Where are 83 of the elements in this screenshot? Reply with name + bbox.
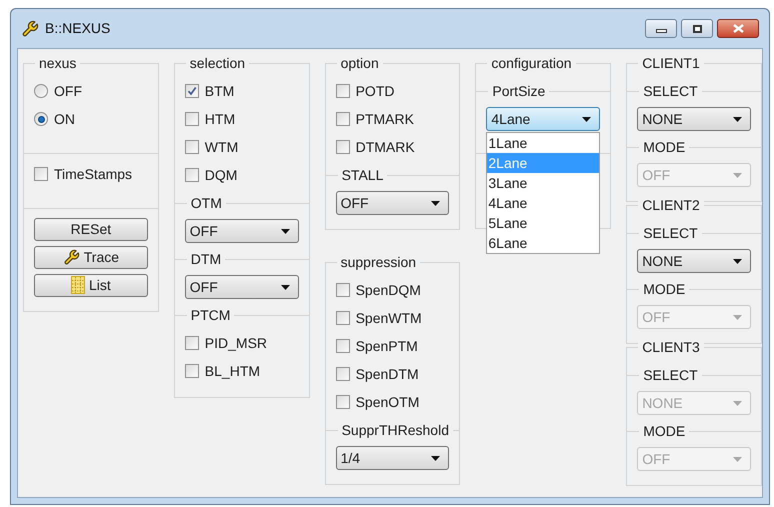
section-heading: MODE	[642, 138, 686, 156]
caret-icon	[732, 258, 742, 264]
checkbox[interactable]	[336, 84, 350, 98]
caret-icon	[431, 456, 440, 460]
checkbox[interactable]	[336, 283, 350, 297]
checkbox-label: POTD	[356, 82, 394, 100]
checkbox[interactable]	[336, 140, 350, 154]
checkbox-label: DQM	[204, 166, 238, 185]
dropdown-option[interactable]: 3Lane	[487, 173, 600, 193]
checkbox-label: HTM	[204, 110, 236, 128]
push-button[interactable]: Trace	[34, 246, 148, 268]
dropdown-option[interactable]: 6Lane	[487, 233, 600, 253]
wrench-icon	[21, 20, 39, 38]
section-heading: SupprTHReshold	[340, 420, 450, 440]
maximize-button[interactable]	[681, 19, 713, 38]
section-heading: SELECT	[642, 224, 699, 242]
dropdown[interactable]: OFF	[184, 275, 299, 299]
dropdown[interactable]: NONE	[637, 249, 751, 273]
close-button[interactable]	[717, 19, 759, 38]
close-icon	[732, 24, 744, 33]
section-heading: SELECT	[642, 366, 699, 384]
checkbox[interactable]	[336, 112, 350, 126]
checkbox[interactable]	[184, 112, 199, 126]
section-heading: MODE	[642, 422, 686, 440]
wrench-icon	[62, 248, 80, 266]
section-heading: PTCM	[190, 306, 232, 324]
caret-icon	[732, 400, 742, 406]
list-icon	[71, 276, 85, 294]
radio-label: ON	[54, 110, 75, 128]
checkbox-label: WTM	[204, 138, 238, 156]
dropdown[interactable]: 4Lane	[486, 107, 600, 131]
dropdown[interactable]: OFF	[184, 219, 299, 243]
checkbox-label: TimeStamps	[54, 164, 132, 184]
checkbox[interactable]	[336, 367, 350, 381]
checkbox[interactable]	[336, 311, 350, 325]
radio-button[interactable]	[34, 84, 48, 98]
dropdown-option[interactable]: 1Lane	[487, 133, 600, 153]
push-button[interactable]: RESet	[34, 218, 148, 240]
section-heading: DTM	[190, 250, 222, 268]
dropdown-option[interactable]: 5Lane	[487, 213, 600, 233]
checkbox[interactable]	[184, 168, 199, 182]
section-heading: STALL	[340, 166, 384, 184]
minimize-icon	[656, 29, 666, 33]
checkbox-label: DTMARK	[356, 138, 415, 156]
checkbox-label: SpenPTM	[356, 336, 418, 356]
checkbox-label: PTMARK	[356, 110, 414, 128]
section-heading: OTM	[190, 194, 223, 212]
section-heading: SELECT	[642, 82, 699, 100]
radio-label: OFF	[54, 82, 82, 100]
dropdown-option[interactable]: 4Lane	[487, 193, 600, 213]
caret-icon	[732, 172, 742, 178]
checkbox-label: SpenDQM	[356, 280, 421, 300]
caret-icon	[732, 456, 742, 462]
check-icon	[186, 86, 197, 96]
section-heading: MODE	[642, 280, 686, 298]
checkbox[interactable]	[184, 140, 199, 154]
checkbox-label: SpenOTM	[356, 392, 420, 412]
maximize-icon	[692, 24, 702, 32]
checkbox[interactable]	[184, 336, 199, 350]
checkbox[interactable]	[34, 167, 48, 181]
checkbox-label: SpenWTM	[356, 308, 422, 328]
checkbox[interactable]	[336, 395, 350, 409]
dropdown[interactable]: 1/4	[336, 446, 450, 470]
checkbox[interactable]	[184, 84, 199, 98]
checkbox[interactable]	[336, 339, 350, 353]
checkbox[interactable]	[184, 364, 199, 378]
checkbox-label: SpenDTM	[356, 364, 419, 384]
checkbox-label: BTM	[204, 82, 234, 100]
caret-icon	[732, 116, 742, 122]
checkbox-label: PID_MSR	[204, 334, 268, 353]
caret-icon	[431, 200, 440, 206]
dropdown[interactable]: OFF	[336, 191, 450, 215]
caret-icon	[280, 228, 290, 234]
minimize-button[interactable]	[645, 19, 677, 38]
checkbox-label: BL_HTM	[204, 362, 260, 381]
radio-button[interactable]	[34, 112, 48, 126]
push-button[interactable]: List	[34, 274, 148, 296]
dropdown[interactable]: NONE	[637, 107, 751, 131]
caret-icon	[582, 116, 592, 122]
caret-icon	[732, 314, 742, 320]
caret-icon	[280, 284, 290, 290]
section-heading: PortSize	[491, 82, 546, 100]
window-title: B::NEXUS	[45, 19, 110, 38]
